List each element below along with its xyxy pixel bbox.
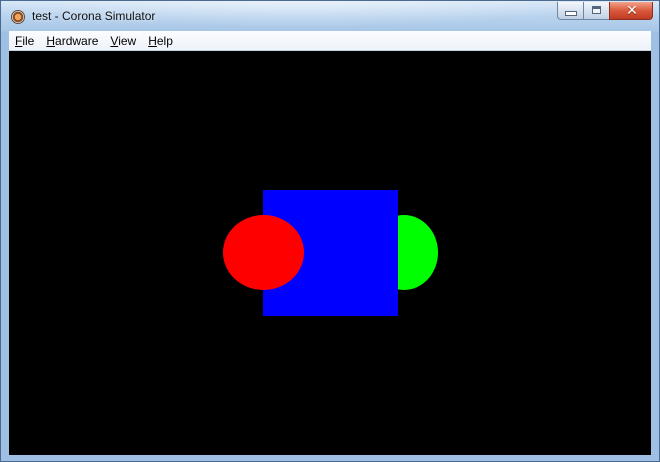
red-circle (223, 215, 304, 290)
menu-bar: File Hardware View Help (9, 31, 651, 51)
close-icon: ✕ (626, 2, 638, 18)
window-title: test - Corona Simulator (32, 9, 156, 23)
corona-app-icon[interactable] (11, 10, 25, 24)
menu-file-label: ile (22, 33, 35, 48)
menu-hardware-mnemonic: H (46, 33, 56, 48)
menu-help-label: elp (156, 33, 173, 48)
corona-simulator-window: test - Corona Simulator ✕ File Hardware … (0, 0, 660, 462)
maximize-icon (592, 6, 601, 14)
simulator-canvas[interactable] (9, 51, 651, 455)
minimize-icon (566, 12, 576, 15)
maximize-button[interactable] (583, 2, 609, 20)
window-controls: ✕ (557, 2, 653, 20)
menu-help[interactable]: Help (142, 31, 179, 51)
menu-hardware[interactable]: Hardware (40, 31, 104, 51)
menu-hardware-label: ardware (55, 33, 99, 48)
menu-help-mnemonic: H (148, 33, 157, 48)
minimize-button[interactable] (557, 2, 583, 20)
menu-view-label: iew (118, 33, 137, 48)
menu-view[interactable]: View (104, 31, 142, 51)
title-bar[interactable]: test - Corona Simulator ✕ (1, 1, 659, 31)
close-button[interactable]: ✕ (609, 2, 653, 20)
menu-file[interactable]: File (9, 31, 40, 51)
